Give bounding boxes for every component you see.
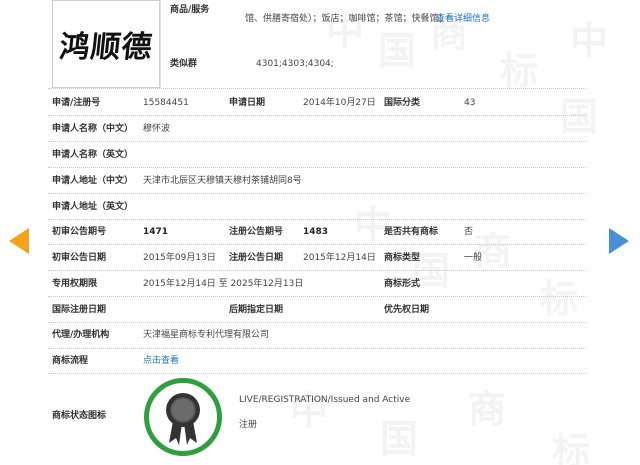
trademark-detail: 鸿顺德 商品/服务 馆、供膳寄宿处）；饭店；咖啡馆；茶馆；快餐馆； 查看详细信息… (0, 0, 640, 465)
row-divider (48, 115, 586, 116)
chevron-right-icon[interactable] (609, 228, 629, 254)
app-date-value: 2014年10月27日 (303, 98, 376, 108)
prelim-date-label: 初审公告日期 (52, 253, 107, 263)
row-divider (48, 88, 586, 89)
row-divider (48, 219, 586, 220)
row-divider (48, 322, 586, 323)
row-divider (48, 244, 586, 245)
divider (160, 0, 161, 88)
goods-label: 商品/服务 (170, 5, 210, 15)
trademark-logo-text: 鸿顺德 (57, 30, 154, 65)
row-divider (48, 348, 586, 349)
applicant-cn-value: 穆怀波 (143, 124, 171, 134)
shared-value: 否 (464, 227, 474, 237)
reg-no-value: 15584451 (143, 98, 189, 108)
row-divider (48, 167, 586, 168)
address-cn-label: 申请人地址（中文） (52, 176, 134, 186)
status-en-text: LIVE/REGISTRATION/Issued and Active (239, 395, 411, 405)
similar-group-label: 类似群 (170, 59, 198, 69)
shared-label: 是否共有商标 (384, 227, 439, 237)
intl-class-label: 国际分类 (384, 98, 421, 108)
trademark-logo: 鸿顺德 (52, 0, 160, 88)
row-divider (48, 373, 586, 374)
priority-date-label: 优先权日期 (384, 305, 430, 315)
row-divider (48, 141, 586, 142)
row-divider (48, 270, 586, 271)
mark-type-label: 商标类型 (384, 253, 421, 263)
agent-value: 天津福星商标专利代理有限公司 (143, 330, 270, 340)
exclusive-label: 专用权期限 (52, 279, 98, 289)
process-view-link[interactable]: 点击查看 (143, 355, 179, 367)
app-date-label: 申请日期 (229, 98, 266, 108)
reg-no-label: 申请/注册号 (52, 98, 101, 108)
agent-label: 代理/办理机构 (52, 330, 110, 340)
prelim-date-value: 2015年09月13日 (143, 253, 216, 263)
reg-date-value: 2015年12月14日 (303, 253, 376, 263)
goods-value: 馆、供膳寄宿处）；饭店；咖啡馆；茶馆；快餐馆； (245, 14, 448, 24)
mark-form-label: 商标形式 (384, 279, 421, 289)
process-label: 商标流程 (52, 356, 89, 366)
status-cn-text: 注册 (239, 420, 258, 430)
reg-issue-value: 1483 (303, 227, 329, 237)
prelim-issue-value: 1471 (143, 227, 169, 237)
intl-class-value: 43 (464, 98, 476, 108)
prelim-issue-label: 初审公告期号 (52, 227, 107, 237)
exclusive-value: 2015年12月14日 至 2025年12月13日 (143, 279, 304, 289)
mark-type-value: 一般 (464, 253, 483, 263)
reg-issue-label: 注册公告期号 (229, 227, 284, 237)
address-cn-value: 天津市北辰区天穆镇天穆村茶铺胡同8号 (143, 176, 302, 186)
address-en-label: 申请人地址（英文） (52, 202, 134, 212)
status-label: 商标状态图标 (52, 411, 107, 421)
later-date-label: 后期指定日期 (229, 305, 284, 315)
intl-reg-date-label: 国际注册日期 (52, 305, 107, 315)
chevron-left-icon[interactable] (9, 228, 29, 254)
reg-date-label: 注册公告日期 (229, 253, 284, 263)
row-divider (48, 296, 586, 297)
applicant-en-label: 申请人名称（英文） (52, 150, 134, 160)
row-divider (48, 193, 586, 194)
applicant-cn-label: 申请人名称（中文） (52, 124, 134, 134)
goods-detail-link[interactable]: 查看详细信息 (436, 13, 490, 25)
similar-group-value: 4301;4303;4304; (256, 59, 334, 69)
award-ribbon-icon (144, 378, 222, 456)
